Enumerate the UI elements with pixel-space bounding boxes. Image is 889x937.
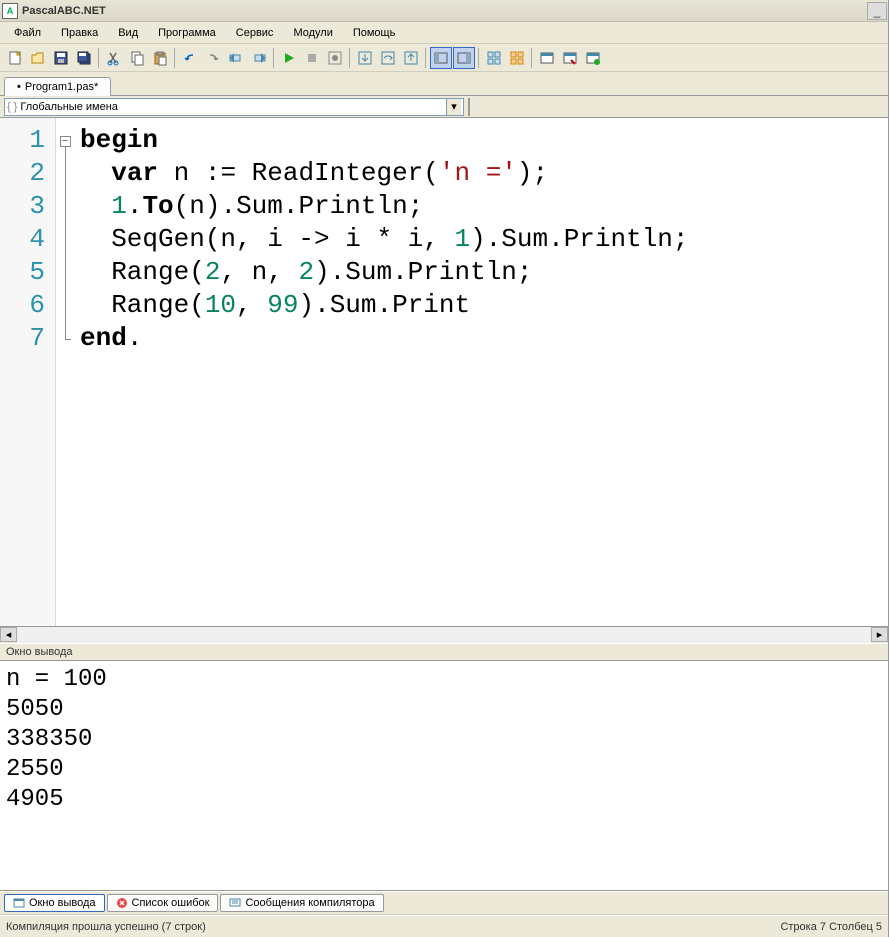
horizontal-scrollbar[interactable]: ◂ ▸ xyxy=(0,626,888,643)
minimize-button[interactable]: _ xyxy=(867,2,887,20)
chevron-down-icon: ▾ xyxy=(446,99,461,115)
menu-program[interactable]: Программа xyxy=(150,25,224,41)
file-tabs: •Program1.pas* xyxy=(0,72,888,96)
msg-icon xyxy=(229,897,241,909)
toolbar xyxy=(0,44,888,72)
scroll-right-icon[interactable]: ▸ xyxy=(871,627,888,642)
tab-output-label: Окно вывода xyxy=(29,897,96,909)
new-file-button[interactable] xyxy=(4,47,26,69)
line-number-gutter: 1234567 xyxy=(0,118,56,626)
tab-compiler-messages[interactable]: Сообщения компилятора xyxy=(220,894,383,912)
statusbar: Компиляция прошла успешно (7 строк) Стро… xyxy=(0,915,888,937)
form-button[interactable] xyxy=(536,47,558,69)
save-all-button[interactable] xyxy=(73,47,95,69)
stop-button[interactable] xyxy=(301,47,323,69)
tab-compiler-label: Сообщения компилятора xyxy=(245,897,374,909)
menubar: Файл Правка Вид Программа Сервис Модули … xyxy=(0,22,888,44)
menu-edit[interactable]: Правка xyxy=(53,25,106,41)
scroll-left-icon[interactable]: ◂ xyxy=(0,627,17,642)
tab-label: Program1.pas* xyxy=(25,81,98,93)
cut-button[interactable] xyxy=(103,47,125,69)
app-icon: A xyxy=(2,3,18,19)
menu-view[interactable]: Вид xyxy=(110,25,146,41)
fold-column: − xyxy=(56,118,74,626)
run-button[interactable] xyxy=(278,47,300,69)
copy-button[interactable] xyxy=(126,47,148,69)
fold-toggle-icon[interactable]: − xyxy=(60,136,71,147)
bottom-panel-tabs: Окно вывода Список ошибок Сообщения комп… xyxy=(0,891,888,915)
file-tab-active[interactable]: •Program1.pas* xyxy=(4,77,111,96)
scope-dropdown[interactable]: { } Глобальные имена ▾ xyxy=(4,98,464,116)
step-out-button[interactable] xyxy=(400,47,422,69)
titlebar: A PascalABC.NET _ xyxy=(0,0,888,22)
nav-forward-button[interactable] xyxy=(248,47,270,69)
output-panel[interactable]: n = 100 5050 338350 2550 4905 xyxy=(0,661,888,891)
panel-left-button[interactable] xyxy=(430,47,452,69)
tab-errors[interactable]: Список ошибок xyxy=(107,894,219,912)
menu-file[interactable]: Файл xyxy=(6,25,49,41)
open-file-button[interactable] xyxy=(27,47,49,69)
grid2-button[interactable] xyxy=(506,47,528,69)
error-icon xyxy=(116,897,128,909)
step-over-button[interactable] xyxy=(377,47,399,69)
scope-dropdown-label: Глобальные имена xyxy=(20,101,118,113)
form3-button[interactable] xyxy=(582,47,604,69)
grid-button[interactable] xyxy=(483,47,505,69)
step-into-button[interactable] xyxy=(354,47,376,69)
status-right: Строка 7 Столбец 5 xyxy=(780,921,882,933)
undo-button[interactable] xyxy=(179,47,201,69)
tab-errors-label: Список ошибок xyxy=(132,897,210,909)
status-left: Компиляция прошла успешно (7 строк) xyxy=(6,921,206,933)
menu-modules[interactable]: Модули xyxy=(285,25,340,41)
nav-back-button[interactable] xyxy=(225,47,247,69)
panel-right-button[interactable] xyxy=(453,47,475,69)
window-icon xyxy=(13,897,25,909)
form2-button[interactable] xyxy=(559,47,581,69)
menu-service[interactable]: Сервис xyxy=(228,25,282,41)
braces-icon: { } xyxy=(7,101,17,113)
code-content[interactable]: begin var n := ReadInteger('n ='); 1.To(… xyxy=(74,118,888,626)
compile-button[interactable] xyxy=(324,47,346,69)
save-button[interactable] xyxy=(50,47,72,69)
nav-dropdown-bar: { } Глобальные имена ▾ xyxy=(0,96,888,118)
menu-help[interactable]: Помощь xyxy=(345,25,404,41)
paste-button[interactable] xyxy=(149,47,171,69)
tab-output[interactable]: Окно вывода xyxy=(4,894,105,912)
redo-button[interactable] xyxy=(202,47,224,69)
code-editor[interactable]: 1234567 − begin var n := ReadInteger('n … xyxy=(0,118,888,626)
window-title: PascalABC.NET xyxy=(22,5,106,17)
output-panel-header: Окно вывода xyxy=(0,643,888,661)
